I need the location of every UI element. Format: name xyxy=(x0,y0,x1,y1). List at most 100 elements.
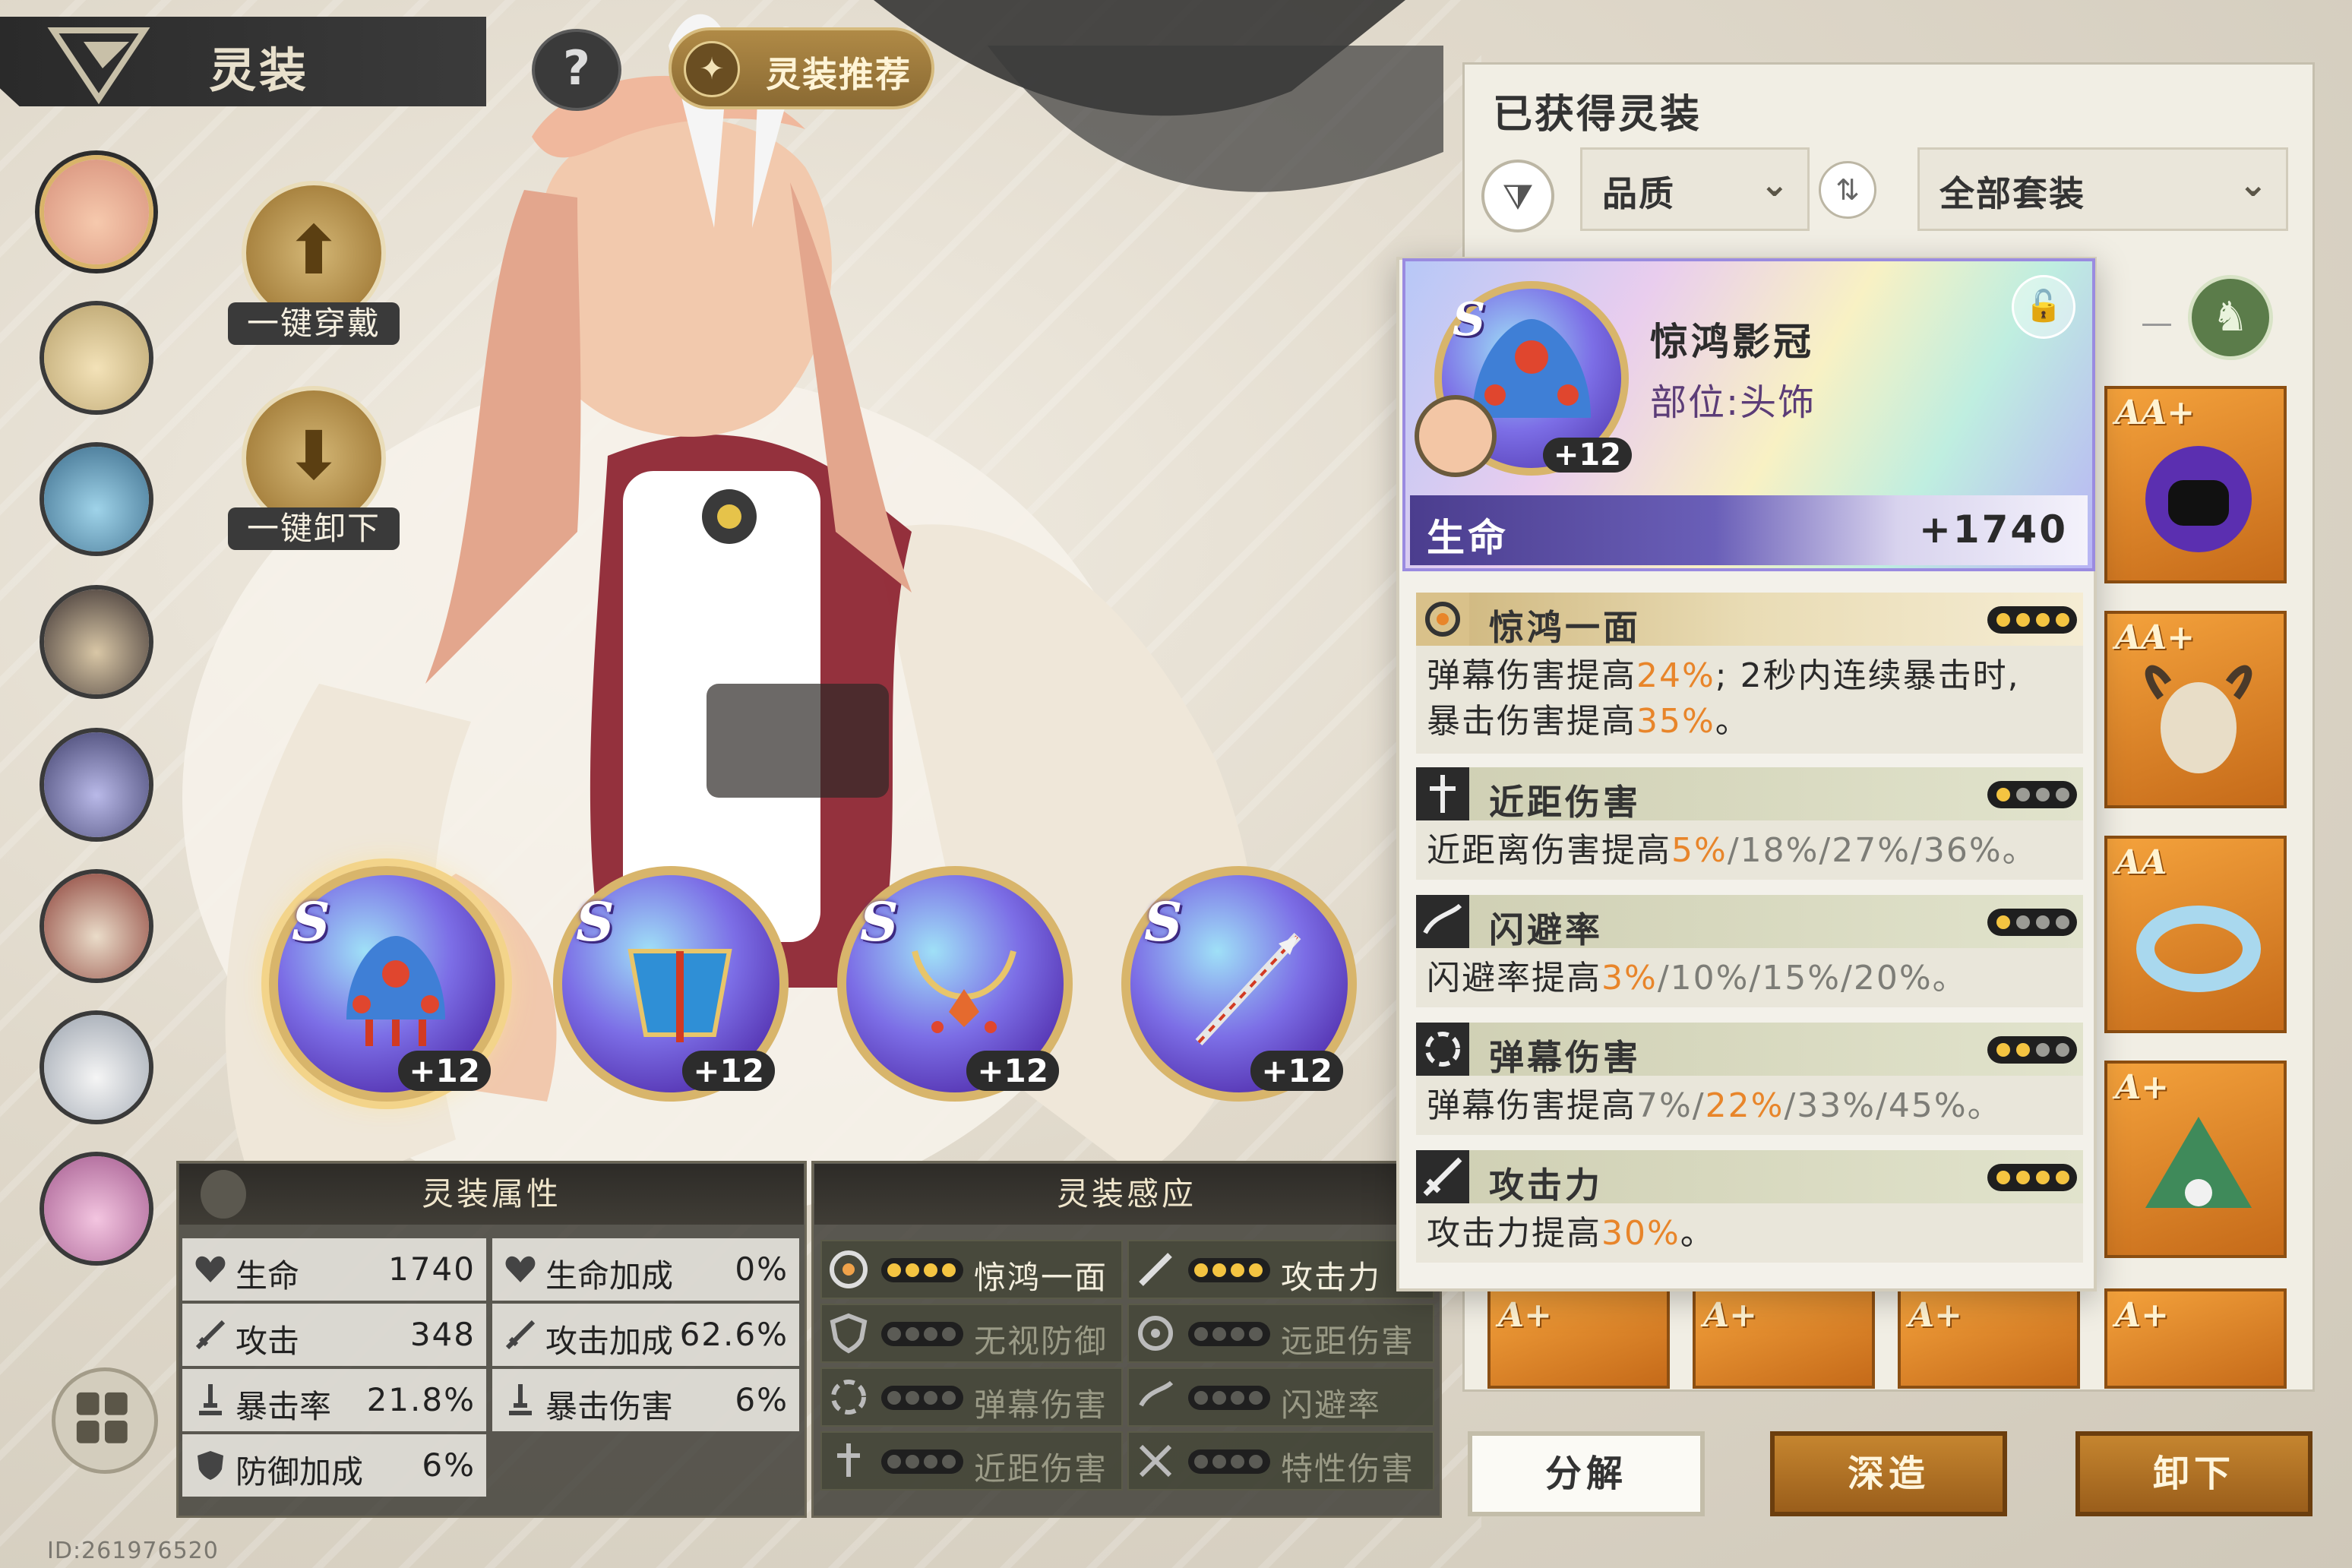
effect-text: 弹幕伤害提高7%/22%/33%/45%。 xyxy=(1427,1086,2003,1125)
effect-header: 近距伤害 xyxy=(1416,767,2083,823)
lock-icon[interactable]: 🔓 xyxy=(2012,275,2075,339)
avatar-character-8[interactable] xyxy=(40,1152,153,1266)
level-dots xyxy=(1987,606,2077,634)
resonance-item[interactable]: 惊鸿一面 xyxy=(820,1240,1123,1299)
item-part: 部位:头饰 xyxy=(1650,381,1816,424)
item-name: 惊鸿影冠 xyxy=(1650,320,1814,364)
avatar-character-5[interactable] xyxy=(40,728,153,842)
ranged-damage-icon xyxy=(1138,1316,1173,1351)
equip-slot-weapon[interactable]: S +12 xyxy=(1121,866,1357,1102)
level-dots xyxy=(881,1449,963,1474)
help-button[interactable]: ? xyxy=(532,29,621,111)
unequip-button[interactable]: 卸下 xyxy=(2075,1431,2312,1516)
equip-slot-headwear[interactable]: S +12 xyxy=(269,866,504,1102)
effect-attack: 攻击力 攻击力提高30%。 xyxy=(1416,1150,2083,1263)
attr-attack-bonus: 攻击加成 62.6% xyxy=(492,1304,799,1366)
level-dots xyxy=(1188,1322,1270,1346)
inventory-item[interactable]: AA+ xyxy=(2104,386,2287,583)
inventory-item[interactable]: A+ xyxy=(1898,1288,2080,1389)
ring-icon xyxy=(2136,906,2261,992)
necklace-icon xyxy=(912,950,1016,1033)
avatar xyxy=(44,305,149,410)
grid-menu-button[interactable] xyxy=(52,1367,158,1474)
main-stat-bar: 生命 +1740 xyxy=(1410,495,2088,565)
resonance-item[interactable]: 攻击力 xyxy=(1127,1240,1434,1299)
refine-button[interactable]: 深造 xyxy=(1770,1431,2007,1516)
attack-icon xyxy=(1416,1150,1469,1203)
level-badge: +12 xyxy=(398,1051,491,1091)
attr-attack: 攻击 348 xyxy=(182,1304,486,1366)
avatar-character-6[interactable] xyxy=(40,869,153,983)
filter-button[interactable]: ⧩ xyxy=(1481,160,1554,232)
effect-melee: 近距伤害 近距离伤害提高5%/18%/27%/36%。 xyxy=(1416,767,2083,880)
crit-icon xyxy=(199,1384,222,1415)
jinghong-icon xyxy=(1416,593,1469,646)
attr-crit-rate: 暴击率 21.8% xyxy=(182,1369,486,1431)
inventory-item[interactable]: A+ xyxy=(2104,1061,2287,1258)
grade-badge: S xyxy=(1453,293,1486,346)
divider: — xyxy=(2141,304,2173,341)
dodge-icon xyxy=(1139,1380,1174,1407)
level-dots xyxy=(881,1258,963,1282)
back-arrow-icon[interactable] xyxy=(46,23,152,106)
set-dropdown[interactable]: 全部套装 ⌄ xyxy=(1917,147,2288,231)
effect-header: 惊鸿一面 xyxy=(1416,593,2083,648)
inventory-item[interactable]: A+ xyxy=(1487,1288,1670,1389)
melee-damage-icon xyxy=(1416,767,1469,820)
jinghong-icon xyxy=(830,1250,868,1288)
melee-damage-icon xyxy=(837,1443,860,1477)
resonance-item[interactable]: 近距伤害 xyxy=(820,1431,1123,1491)
avatar xyxy=(44,732,149,837)
recommend-button[interactable]: ✦ 灵装推荐 xyxy=(669,27,934,109)
avatar-character-1[interactable] xyxy=(40,155,153,269)
level-dots xyxy=(1987,781,2077,808)
avatar xyxy=(44,160,149,264)
level-dots xyxy=(1987,909,2077,936)
avatar xyxy=(44,590,149,694)
inventory-item[interactable]: A+ xyxy=(1693,1288,1875,1389)
effect-text: 攻击力提高30%。 xyxy=(1427,1214,1715,1253)
level-dots xyxy=(1188,1258,1270,1282)
sword-icon xyxy=(195,1320,226,1350)
effect-header: 弹幕伤害 xyxy=(1416,1023,2083,1078)
inventory-item[interactable]: AA+ xyxy=(2104,611,2287,808)
resonance-item[interactable]: 无视防御 xyxy=(820,1304,1123,1363)
document-icon xyxy=(201,1170,246,1219)
effect-header: 攻击力 xyxy=(1416,1150,2083,1206)
barrage-icon xyxy=(831,1380,866,1415)
avatar-character-7[interactable] xyxy=(40,1010,153,1124)
resonance-item[interactable]: 闪避率 xyxy=(1127,1367,1434,1427)
resonance-item[interactable]: 远距伤害 xyxy=(1127,1304,1434,1363)
helmet-icon xyxy=(2145,446,2252,552)
resonance-item[interactable]: 弹幕伤害 xyxy=(820,1367,1123,1427)
avatar xyxy=(44,447,149,552)
level-badge: +12 xyxy=(682,1051,775,1091)
headwear-icon xyxy=(346,936,445,1046)
avatar-character-3[interactable] xyxy=(40,442,153,556)
sort-toggle-button[interactable]: ⇅ xyxy=(1819,161,1876,219)
chevron-down-icon: ⌄ xyxy=(1759,163,1789,204)
equip-all-label: 一键穿戴 xyxy=(228,302,400,345)
grade-badge: S xyxy=(576,890,615,953)
dismantle-button[interactable]: 分解 xyxy=(1468,1431,1705,1516)
user-id: ID:261976520 xyxy=(47,1538,219,1564)
resonance-item[interactable]: 特性伤害 xyxy=(1127,1431,1434,1491)
set-filter-icon[interactable]: ♞ xyxy=(2188,275,2273,360)
level-badge: +12 xyxy=(1250,1051,1343,1091)
effect-text: 近距离伤害提高5%/18%/27%/36%。 xyxy=(1427,831,2037,870)
level-dots xyxy=(1188,1386,1270,1410)
ignore-defense-icon xyxy=(830,1313,868,1354)
avatar-character-2[interactable] xyxy=(40,301,153,415)
equip-slot-cape[interactable]: S +12 xyxy=(553,866,789,1102)
avatar-character-4[interactable] xyxy=(40,585,153,699)
cape-icon xyxy=(628,949,732,1042)
grade-badge: S xyxy=(1144,890,1183,953)
inventory-item[interactable]: A+ xyxy=(2104,1288,2287,1389)
quality-dropdown[interactable]: 品质 ⌄ xyxy=(1580,147,1810,231)
inventory-item[interactable]: AA xyxy=(2104,836,2287,1033)
avatar xyxy=(44,874,149,978)
level-dots xyxy=(881,1322,963,1346)
effect-dodge: 闪避率 闪避率提高3%/10%/15%/20%。 xyxy=(1416,895,2083,1007)
dodge-icon xyxy=(1416,895,1469,948)
equip-slot-necklace[interactable]: S +12 xyxy=(837,866,1073,1102)
